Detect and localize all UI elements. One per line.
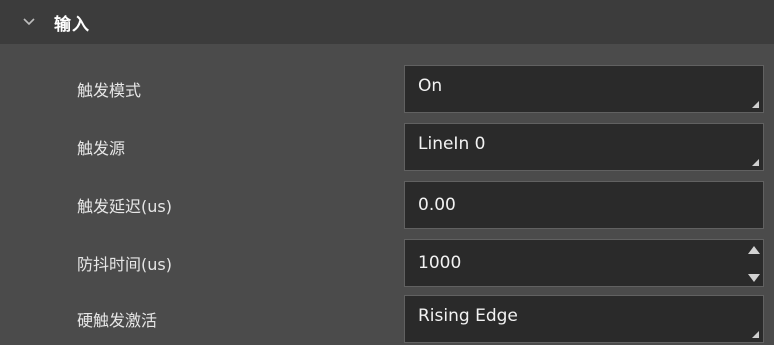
row-trigger-delay: 触发延迟(us) 0.00 xyxy=(0,176,774,234)
trigger-activation-value: Rising Edge xyxy=(418,306,518,326)
row-debounce-time: 防抖时间(us) 1000 xyxy=(0,234,774,292)
input-settings-panel: 输入 触发模式 On 触发源 LineIn 0 触发延迟(us) 0.00 防抖… xyxy=(0,0,774,345)
trigger-activation-label: 硬触发激活 xyxy=(77,311,158,330)
dropdown-corner-icon xyxy=(752,331,759,338)
spinbox-arrows xyxy=(748,246,760,282)
section-title: 输入 xyxy=(54,14,90,35)
chevron-down-icon[interactable] xyxy=(22,15,36,29)
spin-down-icon[interactable] xyxy=(748,274,760,282)
dropdown-corner-icon xyxy=(752,159,759,166)
dropdown-corner-icon xyxy=(752,101,759,108)
trigger-mode-label: 触发模式 xyxy=(77,81,142,100)
trigger-source-value: LineIn 0 xyxy=(418,134,486,154)
debounce-time-spinbox[interactable]: 1000 xyxy=(404,239,764,287)
trigger-delay-input[interactable]: 0.00 xyxy=(404,181,764,229)
trigger-source-dropdown[interactable]: LineIn 0 xyxy=(404,123,764,171)
debounce-time-label: 防抖时间(us) xyxy=(77,255,172,274)
section-header-input[interactable]: 输入 xyxy=(0,0,774,44)
trigger-delay-value: 0.00 xyxy=(418,195,456,215)
trigger-source-label: 触发源 xyxy=(77,139,126,158)
trigger-mode-dropdown[interactable]: On xyxy=(404,65,764,113)
trigger-mode-value: On xyxy=(418,76,443,96)
trigger-activation-dropdown[interactable]: Rising Edge xyxy=(404,295,764,343)
row-trigger-activation: 硬触发激活 Rising Edge xyxy=(0,290,774,345)
spin-up-icon[interactable] xyxy=(748,246,760,254)
row-trigger-source: 触发源 LineIn 0 xyxy=(0,118,774,176)
trigger-delay-label: 触发延迟(us) xyxy=(77,197,172,216)
row-trigger-mode: 触发模式 On xyxy=(0,60,774,118)
debounce-time-value: 1000 xyxy=(418,253,462,273)
